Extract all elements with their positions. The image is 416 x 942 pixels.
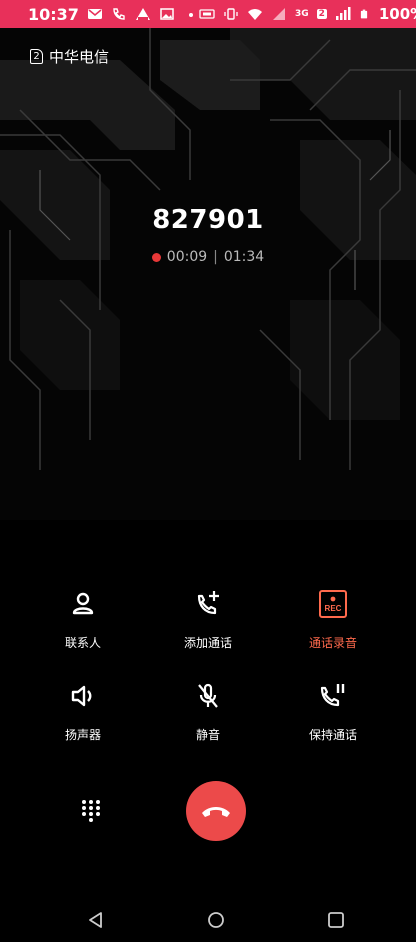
speaker-button[interactable]: 扬声器	[28, 680, 138, 743]
battery-icon	[360, 9, 367, 19]
navigation-bar	[0, 900, 416, 942]
add-call-button[interactable]: 添加通话	[153, 588, 263, 651]
contacts-label: 联系人	[64, 636, 101, 650]
status-left: 10:37	[28, 5, 199, 24]
dot-icon	[188, 13, 193, 17]
mute-label: 静音	[195, 728, 220, 742]
dialpad-icon[interactable]	[78, 798, 104, 824]
recording-dot-icon	[151, 252, 161, 262]
home-icon[interactable]	[206, 910, 226, 930]
contacts-button[interactable]: 联系人	[28, 588, 138, 651]
call-duration: 01:34	[223, 249, 265, 265]
recents-icon[interactable]	[326, 910, 346, 930]
call-screen: 10:37 3G 2 100% 2 中华电信 827901 00:09 | 01…	[0, 0, 416, 942]
timer-separator: |	[213, 249, 218, 265]
add-call-icon	[197, 591, 219, 615]
signal-bars-icon	[335, 7, 351, 20]
person-icon	[72, 592, 94, 615]
add-call-label: 添加通话	[183, 636, 232, 650]
signal-icon	[272, 8, 285, 20]
hang-up-icon	[202, 807, 230, 817]
carrier-label: 2 中华电信	[30, 46, 109, 67]
sim-slot-badge: 2	[316, 9, 327, 19]
volte-icon	[199, 9, 215, 19]
message-icon	[87, 9, 102, 19]
wifi-icon	[247, 9, 262, 20]
recording-time: 00:09	[166, 249, 208, 265]
gallery-icon	[160, 8, 174, 20]
mute-button[interactable]: 静音	[153, 680, 263, 743]
call-timer: 00:09 | 01:34	[0, 249, 416, 265]
status-bar: 10:37 3G 2 100%	[0, 0, 416, 28]
hold-button[interactable]: 保持通话	[278, 680, 388, 743]
hold-label: 保持通话	[308, 728, 357, 742]
alert-icon	[135, 8, 150, 20]
record-call-button[interactable]: REC 通话录音	[278, 588, 388, 651]
network-type: 3G	[294, 9, 309, 19]
sim-icon: 2	[30, 49, 43, 64]
record-icon-text: REC	[325, 604, 342, 613]
caller-number: 827901	[152, 205, 264, 235]
record-call-label: 通话录音	[308, 636, 357, 650]
speaker-label: 扬声器	[64, 728, 101, 742]
record-icon: REC	[319, 590, 347, 618]
mic-off-icon	[198, 683, 218, 708]
back-icon[interactable]	[86, 910, 106, 930]
speaker-icon	[71, 685, 92, 707]
carrier-name: 中华电信	[49, 48, 110, 66]
status-time: 10:37	[28, 4, 79, 24]
status-right: 3G 2 100%	[199, 5, 416, 23]
battery-percentage: 100%	[378, 5, 416, 23]
missed-call-icon	[113, 8, 125, 20]
vibrate-icon	[224, 8, 238, 20]
hold-call-icon	[320, 684, 345, 707]
end-call-button[interactable]	[186, 781, 246, 841]
